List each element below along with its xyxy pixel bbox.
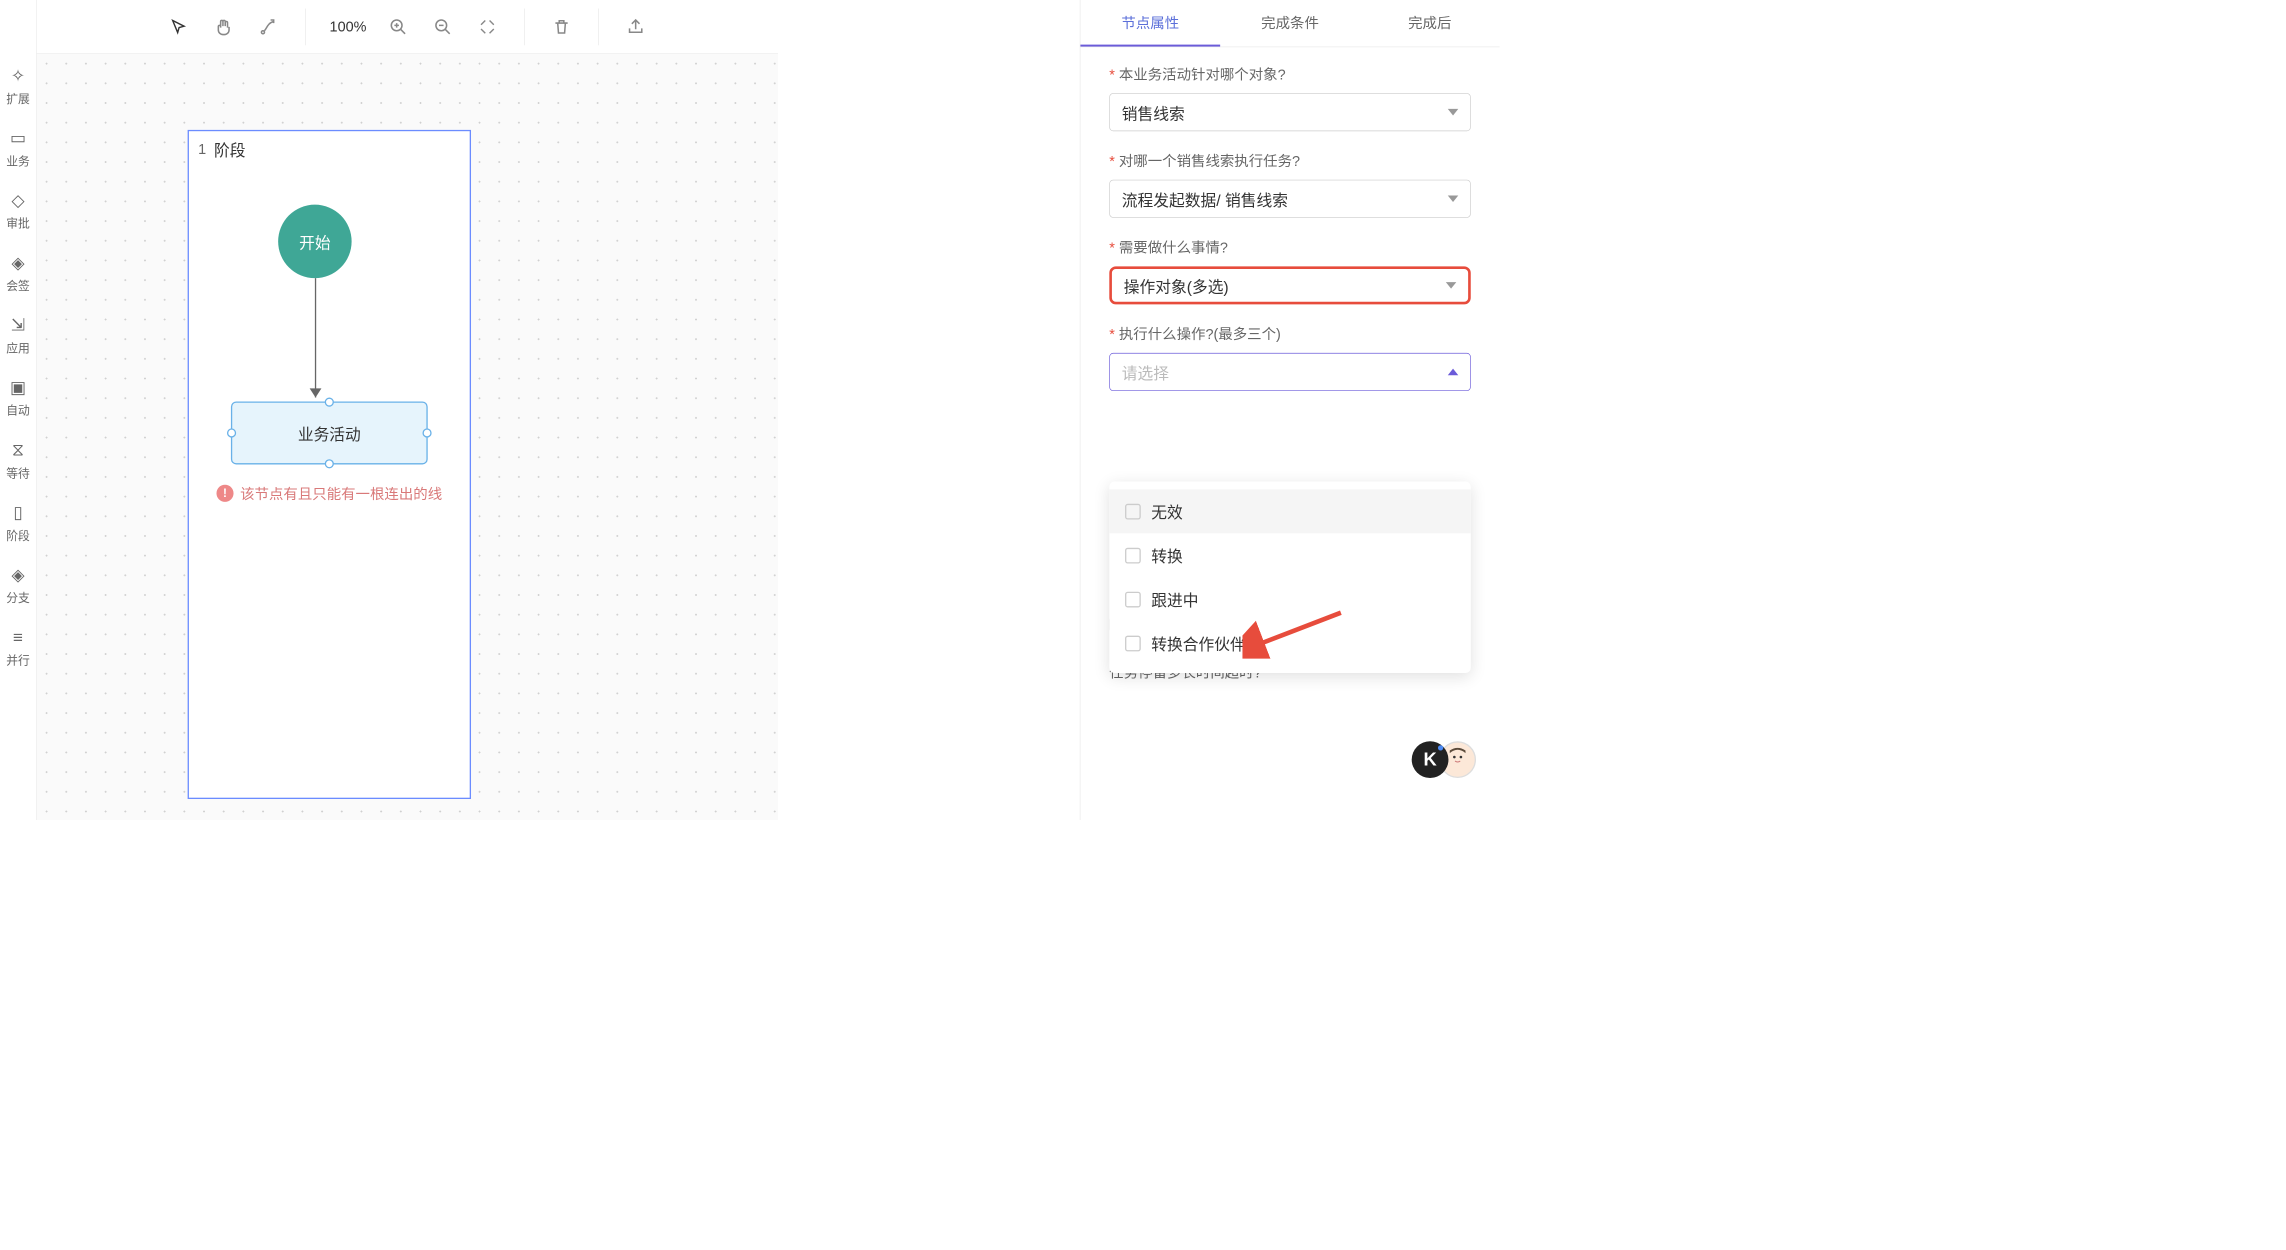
delete-button[interactable] bbox=[548, 13, 574, 39]
start-node[interactable]: 开始 bbox=[278, 205, 351, 278]
error-icon: ! bbox=[216, 485, 233, 502]
chevron-down-icon bbox=[1448, 195, 1458, 202]
stamp-icon: ◇ bbox=[11, 190, 24, 210]
sidebar-item-business[interactable]: ▭ 业务 bbox=[0, 117, 36, 179]
tab-after-completion[interactable]: 完成后 bbox=[1360, 0, 1500, 47]
checkbox bbox=[1125, 503, 1141, 519]
fit-screen[interactable] bbox=[474, 13, 500, 39]
tab-node-properties[interactable]: 节点属性 bbox=[1080, 0, 1220, 47]
toolbar: 100% bbox=[37, 0, 778, 54]
zoom-level: 100% bbox=[330, 18, 367, 35]
sidebar-item-wait[interactable]: ⧖ 等待 bbox=[0, 429, 36, 492]
target-value: 流程发起数据/ 销售线索 bbox=[1122, 187, 1288, 210]
stage-number: 1 bbox=[198, 141, 206, 158]
operation-dropdown: 无效 转换 跟进中 转换合作伙伴 bbox=[1109, 482, 1470, 674]
sidebar-item-app[interactable]: ⇲ 应用 bbox=[0, 304, 36, 366]
sidebar-label: 会签 bbox=[6, 277, 30, 294]
sidebar-label: 并行 bbox=[6, 651, 30, 668]
node-handle-top[interactable] bbox=[325, 398, 334, 407]
sidebar-item-branch[interactable]: ◈ 分支 bbox=[0, 554, 36, 616]
option-label: 跟进中 bbox=[1151, 588, 1198, 611]
checkbox bbox=[1125, 547, 1141, 563]
sidebar-item-parallel[interactable]: ≡ 并行 bbox=[0, 617, 36, 679]
sidebar-item-cosign[interactable]: ◈ 会签 bbox=[0, 242, 36, 304]
chevron-up-icon bbox=[1448, 369, 1458, 376]
left-sidebar: ✧ 扩展 ▭ 业务 ◇ 审批 ◈ 会签 ⇲ 应用 ▣ 自动 ⧖ 等待 ▯ 阶段 … bbox=[0, 0, 37, 820]
sidebar-label: 业务 bbox=[6, 152, 30, 169]
operation-placeholder: 请选择 bbox=[1122, 360, 1169, 383]
chevron-down-icon bbox=[1446, 282, 1456, 289]
action-value: 操作对象(多选) bbox=[1124, 274, 1229, 297]
activity-label: 业务活动 bbox=[298, 421, 361, 444]
hourglass-icon: ⧖ bbox=[12, 440, 24, 461]
operation-select[interactable]: 请选择 bbox=[1109, 353, 1470, 391]
option-label: 无效 bbox=[1151, 500, 1182, 523]
k-badge-icon: K bbox=[1412, 741, 1449, 778]
dropdown-option-convert-partner[interactable]: 转换合作伙伴 bbox=[1109, 621, 1470, 665]
object-select[interactable]: 销售线索 bbox=[1109, 93, 1470, 131]
connector-tool[interactable] bbox=[255, 13, 281, 39]
object-value: 销售线索 bbox=[1122, 101, 1185, 124]
user-card-icon: ▭ bbox=[10, 128, 26, 148]
error-message: ! 该节点有且只能有一根连出的线 bbox=[216, 483, 442, 504]
node-handle-left[interactable] bbox=[227, 428, 236, 437]
sidebar-label: 分支 bbox=[6, 589, 30, 606]
sidebar-item-approval[interactable]: ◇ 审批 bbox=[0, 180, 36, 242]
edge[interactable] bbox=[315, 278, 316, 397]
target-label: 对哪一个销售线索执行任务? bbox=[1109, 150, 1470, 171]
sidebar-label: 阶段 bbox=[6, 527, 30, 544]
app-icon: ⇲ bbox=[11, 315, 25, 335]
dropdown-option-convert[interactable]: 转换 bbox=[1109, 533, 1470, 577]
hand-tool[interactable] bbox=[211, 13, 237, 39]
checkbox bbox=[1125, 591, 1141, 607]
operation-label: 执行什么操作?(最多三个) bbox=[1109, 323, 1470, 344]
sidebar-item-auto[interactable]: ▣ 自动 bbox=[0, 367, 36, 429]
option-label: 转换合作伙伴 bbox=[1151, 632, 1245, 655]
right-panel: 节点属性 完成条件 完成后 本业务活动针对哪个对象? 销售线索 对哪一个销售线索… bbox=[1080, 0, 1500, 820]
node-handle-bottom[interactable] bbox=[325, 459, 334, 468]
activity-node[interactable]: 业务活动 bbox=[231, 401, 428, 464]
panel-body: 本业务活动针对哪个对象? 销售线索 对哪一个销售线索执行任务? 流程发起数据/ … bbox=[1080, 47, 1499, 820]
pointer-tool[interactable] bbox=[166, 13, 192, 39]
sidebar-label: 等待 bbox=[6, 464, 30, 481]
sign-icon: ◈ bbox=[11, 253, 24, 273]
error-text: 该节点有且只能有一根连出的线 bbox=[240, 483, 442, 504]
tab-completion-condition[interactable]: 完成条件 bbox=[1220, 0, 1360, 47]
stage-container[interactable]: 1 阶段 开始 业务活动 ! 该节点有且只能有一根连出的线 bbox=[188, 130, 471, 799]
canvas[interactable]: 1 阶段 开始 业务活动 ! 该节点有且只能有一根连出的线 bbox=[37, 54, 778, 820]
target-select[interactable]: 流程发起数据/ 销售线索 bbox=[1109, 180, 1470, 218]
auto-icon: ▣ bbox=[10, 377, 26, 397]
zoom-out[interactable] bbox=[429, 13, 455, 39]
start-label: 开始 bbox=[299, 230, 330, 253]
chevron-down-icon bbox=[1448, 109, 1458, 116]
branch-icon: ◈ bbox=[11, 565, 24, 585]
sidebar-label: 审批 bbox=[6, 215, 30, 232]
sidebar-label: 扩展 bbox=[6, 90, 30, 107]
option-label: 转换 bbox=[1151, 544, 1182, 567]
dropdown-option-following[interactable]: 跟进中 bbox=[1109, 577, 1470, 621]
help-widget[interactable]: K bbox=[1412, 741, 1476, 778]
stage-header: 1 阶段 bbox=[189, 131, 470, 167]
sidebar-label: 应用 bbox=[6, 339, 30, 356]
checkbox bbox=[1125, 635, 1141, 651]
panel-tabs: 节点属性 完成条件 完成后 bbox=[1080, 0, 1499, 47]
parallel-icon: ≡ bbox=[13, 627, 23, 647]
action-label: 需要做什么事情? bbox=[1109, 236, 1470, 257]
stage-icon: ▯ bbox=[13, 502, 22, 522]
dropdown-option-invalid[interactable]: 无效 bbox=[1109, 489, 1470, 533]
zoom-in[interactable] bbox=[385, 13, 411, 39]
sidebar-item-extend[interactable]: ✧ 扩展 bbox=[0, 55, 36, 117]
export-button[interactable] bbox=[622, 13, 648, 39]
puzzle-icon: ✧ bbox=[11, 66, 25, 86]
sidebar-label: 自动 bbox=[6, 401, 30, 418]
sidebar-item-stage[interactable]: ▯ 阶段 bbox=[0, 492, 36, 554]
action-select[interactable]: 操作对象(多选) bbox=[1109, 266, 1470, 304]
object-label: 本业务活动针对哪个对象? bbox=[1109, 63, 1470, 84]
stage-title: 阶段 bbox=[214, 138, 245, 161]
node-handle-right[interactable] bbox=[422, 428, 431, 437]
